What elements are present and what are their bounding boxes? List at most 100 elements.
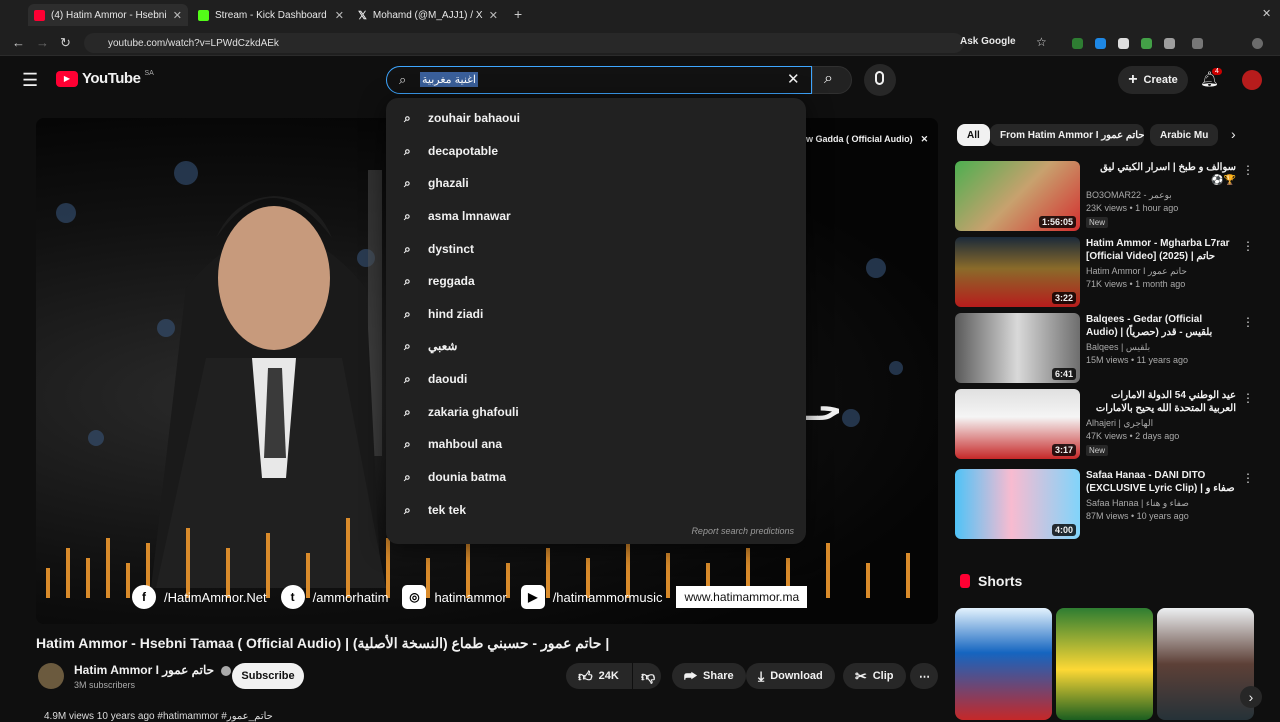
extension-icon[interactable] xyxy=(1164,38,1175,49)
bookmark-star-icon[interactable]: ☆ xyxy=(1036,35,1047,49)
suggestion-item[interactable]: ⌕ decapotable xyxy=(386,135,806,167)
shorts-label: Shorts xyxy=(978,573,1023,589)
video-thumbnail[interactable]: 6:41 xyxy=(955,313,1080,383)
report-predictions-link[interactable]: Report search predictions xyxy=(691,526,794,536)
chevron-right-icon[interactable]: › xyxy=(1231,126,1236,142)
extension-icon[interactable] xyxy=(1141,38,1152,49)
kebab-menu-icon[interactable]: ⋮ xyxy=(1242,163,1254,177)
suggestion-item[interactable]: ⌕ شعبي xyxy=(386,330,806,362)
recommended-video[interactable]: 1:56:05 سوالف و طبخ | اسرار الكبتي ليق 🏆… xyxy=(955,161,1255,231)
short-thumbnail[interactable] xyxy=(955,608,1052,720)
video-thumbnail[interactable]: 3:17 xyxy=(955,389,1080,459)
suggestion-item[interactable]: ⌕ asma lmnawar xyxy=(386,200,806,232)
kick-favicon-icon xyxy=(198,9,209,21)
download-button[interactable]: ⤓ Download xyxy=(746,663,835,689)
forward-icon[interactable]: → xyxy=(36,35,49,50)
search-query-text[interactable]: اغنية مغربية xyxy=(420,72,478,87)
suggestion-text: ghazali xyxy=(428,176,469,190)
download-label: Download xyxy=(770,670,823,682)
account-avatar[interactable] xyxy=(1242,70,1262,90)
recommended-video[interactable]: 3:17 عيد الوطني 54 الدولة الامارات العرب… xyxy=(955,389,1255,459)
rec-views: 71K views • 1 month ago xyxy=(1086,279,1186,289)
suggestion-item[interactable]: ⌕ dystinct xyxy=(386,233,806,265)
voice-search-button[interactable] xyxy=(864,64,896,96)
channel-name[interactable]: Hatim Ammor I حاتم عمور xyxy=(74,663,232,677)
profile-icon[interactable] xyxy=(1252,38,1263,49)
window-close-icon[interactable]: ✕ xyxy=(1262,7,1271,20)
suggestion-item[interactable]: ⌕ zakaria ghafouli xyxy=(386,396,806,428)
close-overlay-icon[interactable]: ✕ xyxy=(921,134,929,145)
create-label: Create xyxy=(1143,74,1178,86)
recommended-video[interactable]: 4:00 Safaa Hanaa - DANI DITO (EXCLUSIVE … xyxy=(955,469,1255,539)
url-text: youtube.com/watch?v=LPWdCzkdAEk xyxy=(108,37,279,49)
search-button[interactable]: ⌕ xyxy=(812,66,852,94)
chip-from-channel[interactable]: From Hatim Ammor I حاتم عمور xyxy=(990,124,1144,146)
kebab-menu-icon[interactable]: ⋮ xyxy=(1242,391,1254,405)
dislike-button[interactable]: 👎︎ xyxy=(633,663,661,689)
clear-search-icon[interactable]: ✕ xyxy=(787,70,800,88)
notifications-button[interactable]: 🔔︎ 4 xyxy=(1200,68,1222,90)
extension-icon[interactable] xyxy=(1118,38,1129,49)
rec-title: عيد الوطني 54 الدولة الامارات العربية ال… xyxy=(1095,390,1236,414)
suggestion-text: zakaria ghafouli xyxy=(428,405,519,419)
suggestion-item[interactable]: ⌕ mahboul ana xyxy=(386,428,806,460)
kebab-menu-icon[interactable]: ⋮ xyxy=(1242,471,1254,485)
chip-arabic-music[interactable]: Arabic Mu xyxy=(1150,124,1218,146)
youtube-play-icon: ▶ xyxy=(56,70,78,87)
extensions-puzzle-icon[interactable] xyxy=(1192,38,1203,49)
ask-google-button[interactable]: Ask Google xyxy=(960,36,1016,47)
scissors-icon: ✂ xyxy=(855,667,867,684)
rec-channel: Balqees | بلقيس xyxy=(1086,342,1151,352)
close-tab-icon[interactable]: ✕ xyxy=(335,9,344,22)
recommended-video[interactable]: 3:22 Hatim Ammor - Mgharba L7rar [Offici… xyxy=(955,237,1255,307)
like-button[interactable]: 👍︎ 24K xyxy=(566,663,632,689)
browser-tab-kick[interactable]: Stream - Kick Dashboard ✕ xyxy=(192,4,350,26)
suggestion-item[interactable]: ⌕ daoudi xyxy=(386,363,806,395)
video-thumbnail[interactable]: 1:56:05 xyxy=(955,161,1080,231)
suggestion-item[interactable]: ⌕ tek tek xyxy=(386,494,806,526)
new-tab-icon[interactable]: + xyxy=(514,6,522,22)
create-button[interactable]: + Create xyxy=(1118,66,1188,94)
recommended-video[interactable]: 6:41 Balqees - Gedar (Official Audio) | … xyxy=(955,313,1255,383)
video-social-links: f /HatimAmmor.Net t /ammorhatim ◎ hatima… xyxy=(132,584,808,610)
browser-tab-x[interactable]: 𝕏 Mohamd (@M_AJJ1) / X ✕ xyxy=(352,4,504,26)
kebab-menu-icon[interactable]: ⋮ xyxy=(1242,239,1254,253)
suggestion-item[interactable]: ⌕ dounia batma xyxy=(386,461,806,493)
url-field[interactable]: youtube.com/watch?v=LPWdCzkdAEk xyxy=(84,33,964,53)
subscribe-button[interactable]: Subscribe xyxy=(232,663,304,689)
rec-channel: Alhajeri | الهاجري xyxy=(1086,418,1154,428)
video-thumbnail[interactable]: 3:22 xyxy=(955,237,1080,307)
suggestion-item[interactable]: ⌕ reggada xyxy=(386,265,806,297)
browser-tab-youtube[interactable]: (4) Hatim Ammor - Hsebni ✕ xyxy=(28,4,188,26)
channel-avatar[interactable] xyxy=(38,663,64,689)
notification-count-badge: 4 xyxy=(1212,68,1222,75)
rec-views: 87M views • 10 years ago xyxy=(1086,511,1189,521)
clip-button[interactable]: ✂ Clip xyxy=(843,663,906,689)
share-button[interactable]: ⮫ Share xyxy=(672,663,746,689)
shorts-next-button[interactable]: › xyxy=(1240,686,1262,708)
chip-all[interactable]: All xyxy=(957,124,990,146)
short-thumbnail[interactable] xyxy=(1157,608,1254,720)
youtube-handle: /hatimammormusic xyxy=(552,589,663,605)
suggestion-item[interactable]: ⌕ zouhair bahaoui xyxy=(386,102,806,134)
extension-icon[interactable] xyxy=(1095,38,1106,49)
close-tab-icon[interactable]: ✕ xyxy=(173,9,182,22)
extension-icon[interactable] xyxy=(1072,38,1083,49)
kebab-menu-icon[interactable]: ⋮ xyxy=(1242,315,1254,329)
back-icon[interactable]: ← xyxy=(12,35,25,50)
suggestion-text: daoudi xyxy=(428,372,468,386)
browser-tab-bar: (4) Hatim Ammor - Hsebni ✕ Stream - Kick… xyxy=(0,0,1280,30)
close-tab-icon[interactable]: ✕ xyxy=(489,9,498,22)
menu-icon[interactable]: ☰ xyxy=(22,70,38,91)
suggestion-text: dounia batma xyxy=(428,470,507,484)
logo-text: YouTube xyxy=(82,70,141,87)
more-actions-button[interactable]: ⋯ xyxy=(910,663,938,689)
video-thumbnail[interactable]: 4:00 xyxy=(955,469,1080,539)
suggestion-item[interactable]: ⌕ hind ziadi xyxy=(386,298,806,330)
short-thumbnail[interactable] xyxy=(1056,608,1153,720)
suggestion-item[interactable]: ⌕ ghazali xyxy=(386,167,806,199)
instagram-icon: ◎ xyxy=(402,585,427,609)
youtube-logo[interactable]: ▶ YouTube SA xyxy=(56,70,154,87)
suggestion-text: decapotable xyxy=(428,144,499,158)
reload-icon[interactable]: ↻ xyxy=(60,35,71,51)
